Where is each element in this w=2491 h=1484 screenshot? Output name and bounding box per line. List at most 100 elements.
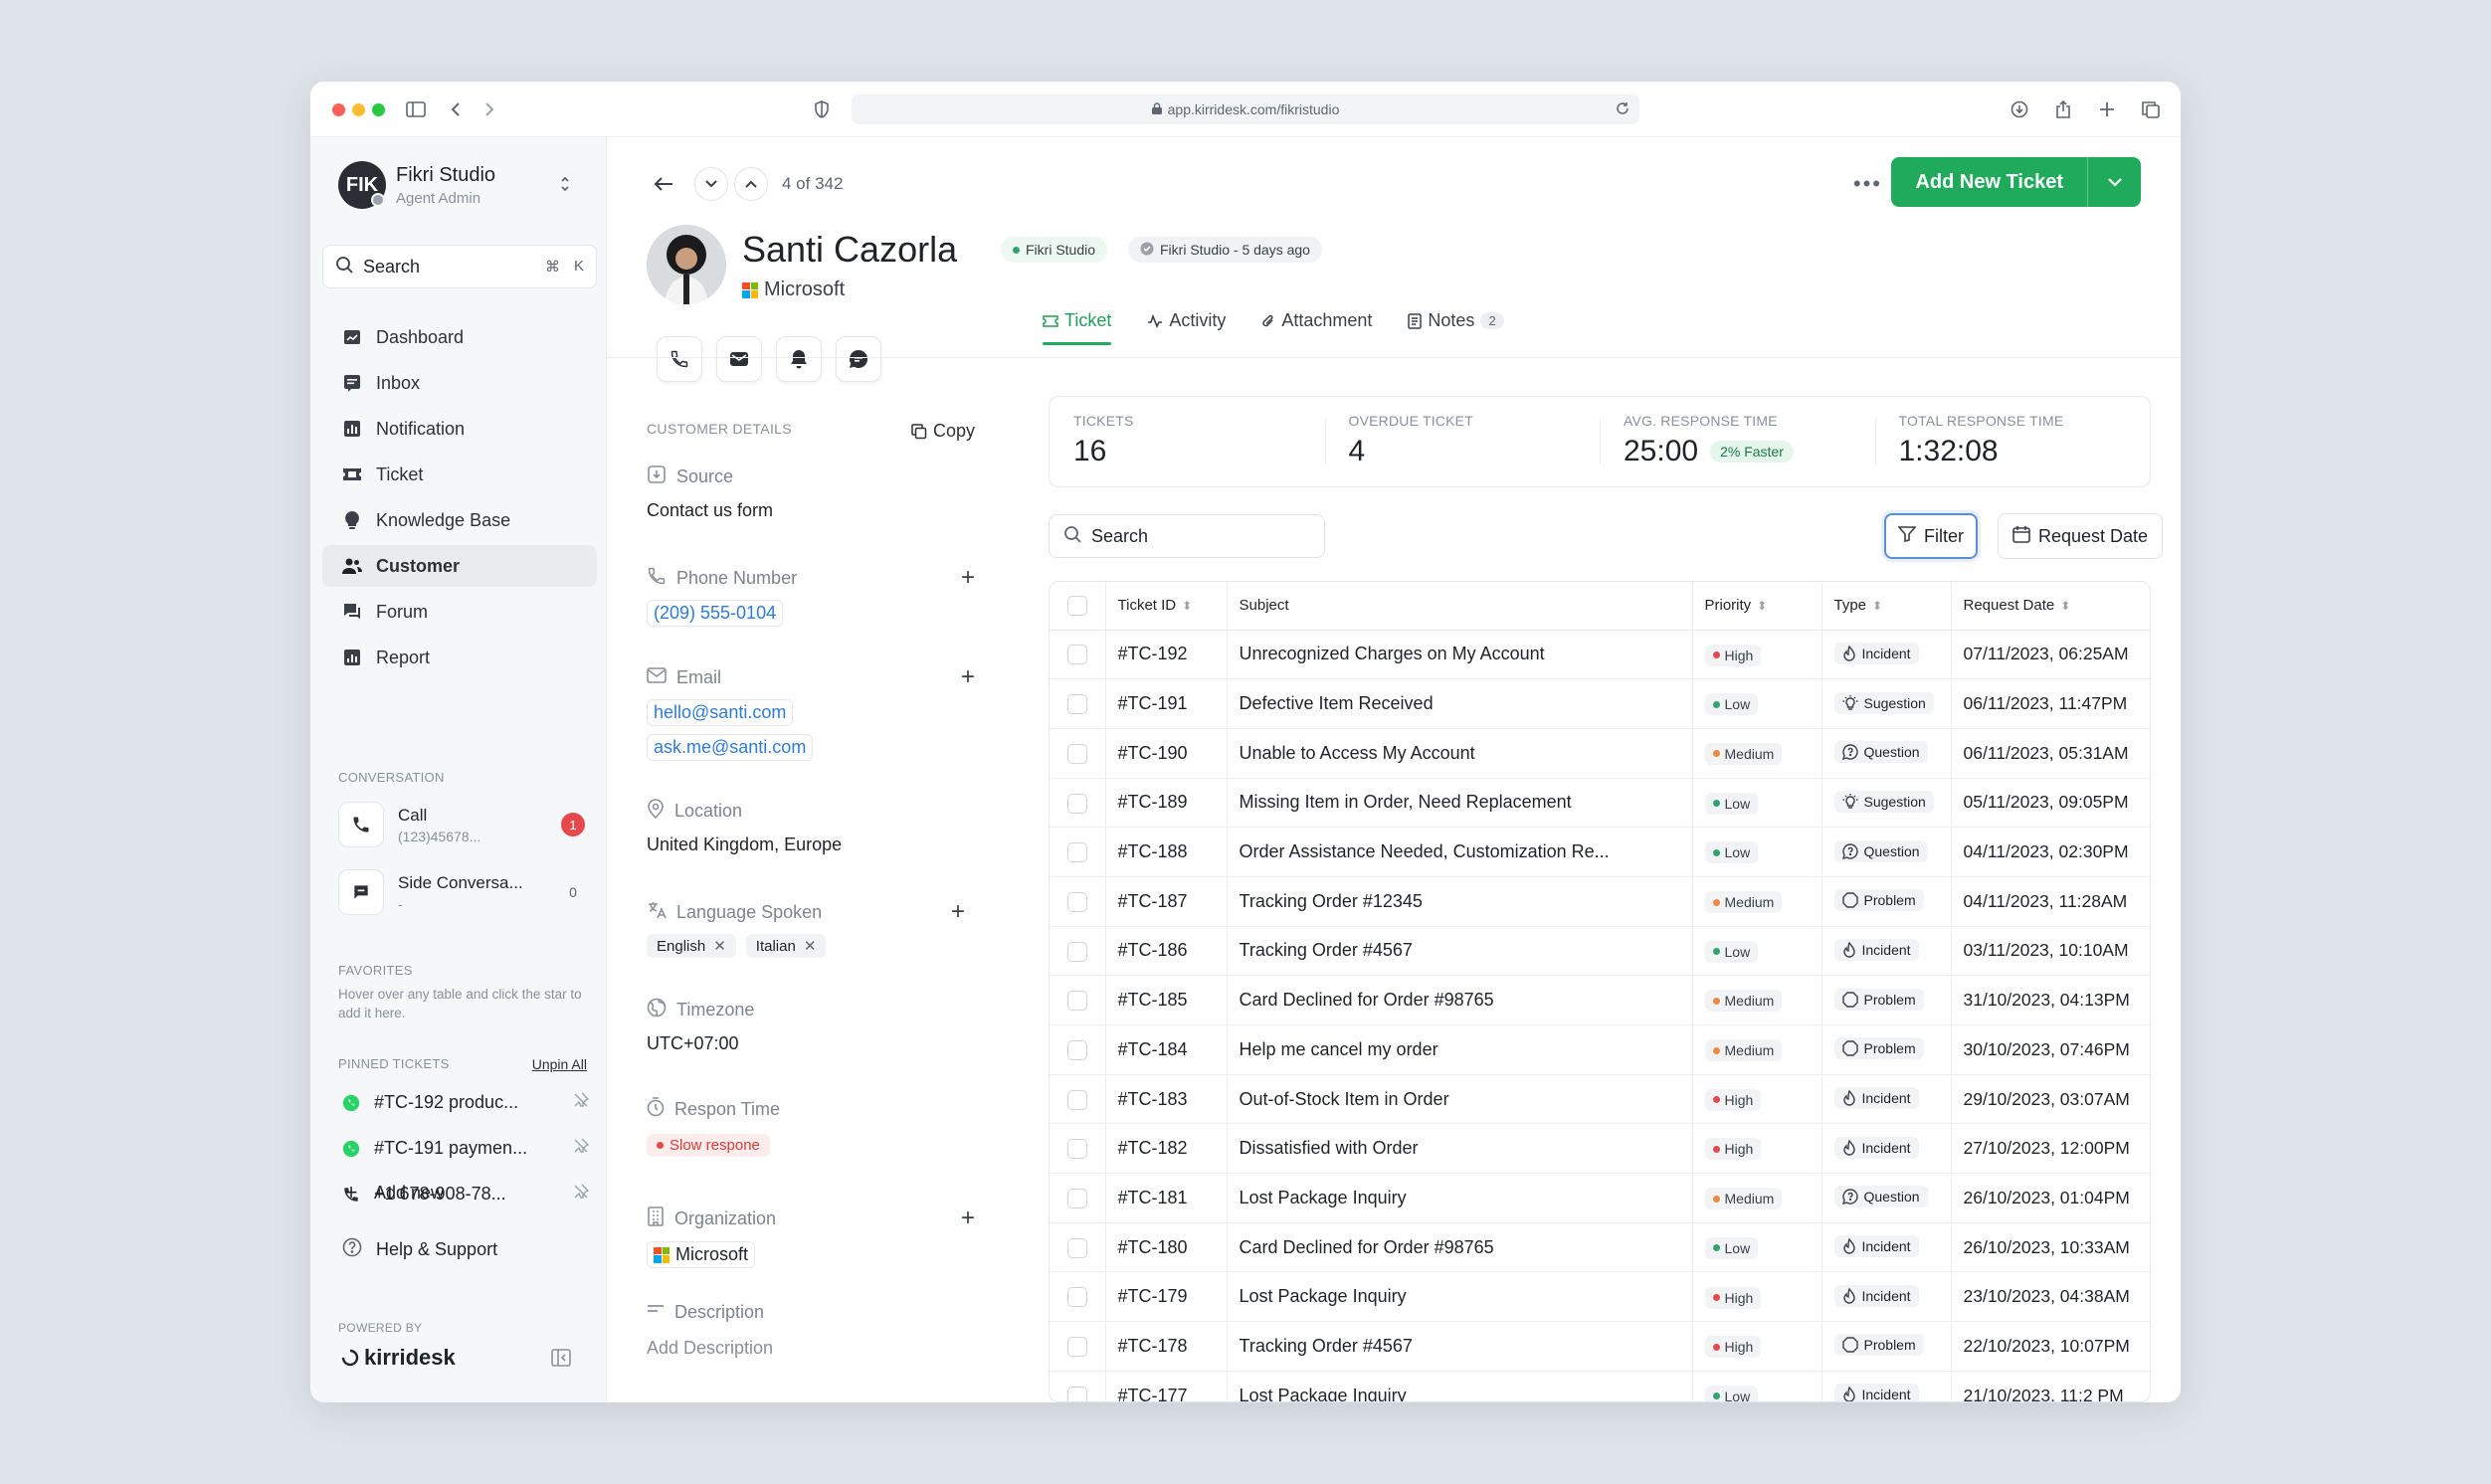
tab-notes[interactable]: Notes 2 bbox=[1408, 310, 1504, 343]
subject-cell[interactable]: Help me cancel my order bbox=[1226, 1024, 1692, 1075]
conversation-item-side[interactable]: Side Conversa... - 0 bbox=[338, 869, 585, 915]
description-input[interactable]: Add Description bbox=[647, 1338, 773, 1359]
row-checkbox[interactable] bbox=[1066, 1089, 1087, 1110]
sort-icon[interactable]: ⬍ bbox=[1182, 599, 1192, 613]
table-row[interactable]: #TC-190 Unable to Access My Account Medi… bbox=[1050, 728, 2150, 779]
table-row[interactable]: #TC-185 Card Declined for Order #98765 M… bbox=[1050, 975, 2150, 1025]
row-checkbox[interactable] bbox=[1066, 1337, 1087, 1358]
ticket-id-cell[interactable]: #TC-184 bbox=[1104, 1024, 1227, 1075]
row-checkbox[interactable] bbox=[1066, 1287, 1087, 1308]
ticket-id-cell[interactable]: #TC-180 bbox=[1104, 1222, 1227, 1273]
subject-cell[interactable]: Card Declined for Order #98765 bbox=[1226, 975, 1692, 1025]
ticket-id-cell[interactable]: #TC-183 bbox=[1104, 1074, 1227, 1125]
unpin-icon[interactable] bbox=[573, 1092, 590, 1113]
table-row[interactable]: #TC-182 Dissatisfied with Order High Inc… bbox=[1050, 1123, 2150, 1175]
column-header-ticket-id[interactable]: Ticket ID ⬍ bbox=[1104, 582, 1227, 631]
filter-button[interactable]: Filter bbox=[1884, 513, 1978, 559]
unpin-icon[interactable] bbox=[573, 1138, 590, 1159]
table-row[interactable]: #TC-187 Tracking Order #12345 Medium Pro… bbox=[1050, 876, 2150, 927]
row-checkbox[interactable] bbox=[1066, 1039, 1087, 1060]
sidebar-search[interactable]: Search ⌘ K bbox=[322, 245, 597, 288]
table-row[interactable]: #TC-189 Missing Item in Order, Need Repl… bbox=[1050, 778, 2150, 829]
help-support-link[interactable]: Help & Support bbox=[342, 1237, 589, 1262]
maximize-window-icon[interactable] bbox=[372, 103, 385, 116]
sidebar-item-report[interactable]: Report bbox=[322, 637, 597, 678]
email-link[interactable]: ask.me@santi.com bbox=[647, 734, 814, 761]
subject-cell[interactable]: Lost Package Inquiry bbox=[1226, 1271, 1692, 1323]
sidebar-item-ticket[interactable]: Ticket bbox=[322, 454, 597, 495]
copy-button[interactable]: Copy bbox=[911, 421, 975, 442]
add-phone-button[interactable]: + bbox=[961, 564, 975, 592]
row-checkbox[interactable] bbox=[1066, 1386, 1087, 1401]
ticket-id-cell[interactable]: #TC-191 bbox=[1104, 678, 1227, 729]
message-button[interactable] bbox=[836, 336, 881, 382]
pinned-ticket[interactable]: #TC-191 paymen... bbox=[342, 1138, 590, 1159]
add-language-button[interactable]: + bbox=[951, 898, 965, 926]
ticket-id-cell[interactable]: #TC-192 bbox=[1104, 630, 1227, 680]
column-header-priority[interactable]: Priority ⬍ bbox=[1691, 582, 1821, 631]
row-checkbox[interactable] bbox=[1066, 743, 1087, 764]
row-checkbox[interactable] bbox=[1066, 991, 1087, 1012]
row-checkbox[interactable] bbox=[1066, 793, 1087, 814]
conversation-item-call[interactable]: Call (123)45678... 1 bbox=[338, 802, 585, 847]
next-ticket-button[interactable] bbox=[694, 167, 728, 201]
table-row[interactable]: #TC-181 Lost Package Inquiry Medium Ques… bbox=[1050, 1173, 2150, 1223]
select-all-checkbox[interactable] bbox=[1066, 595, 1087, 616]
ticket-id-cell[interactable]: #TC-178 bbox=[1104, 1321, 1227, 1372]
row-checkbox[interactable] bbox=[1066, 891, 1087, 912]
subject-cell[interactable]: Lost Package Inquiry bbox=[1226, 1371, 1692, 1401]
sidebar-item-notification[interactable]: Notification bbox=[322, 408, 597, 450]
request-date-button[interactable]: Request Date bbox=[1998, 513, 2164, 559]
subject-cell[interactable]: Card Declined for Order #98765 bbox=[1226, 1222, 1692, 1273]
ticket-id-cell[interactable]: #TC-189 bbox=[1104, 778, 1227, 829]
address-bar[interactable]: app.kirridesk.com/fikristudio bbox=[852, 94, 1639, 124]
share-icon[interactable] bbox=[2049, 95, 2077, 123]
new-tab-icon[interactable] bbox=[2093, 95, 2121, 123]
ticket-id-cell[interactable]: #TC-177 bbox=[1104, 1371, 1227, 1401]
table-row[interactable]: #TC-186 Tracking Order #4567 Low Inciden… bbox=[1050, 926, 2150, 977]
table-row[interactable]: #TC-180 Card Declined for Order #98765 L… bbox=[1050, 1222, 2150, 1273]
arrow-left-icon[interactable] bbox=[647, 167, 680, 201]
table-row[interactable]: #TC-192 Unrecognized Charges on My Accou… bbox=[1050, 630, 2150, 680]
subject-cell[interactable]: Unable to Access My Account bbox=[1226, 728, 1692, 779]
sidebar-toggle-icon[interactable] bbox=[402, 95, 430, 123]
pinned-ticket[interactable]: #TC-192 produc... bbox=[342, 1092, 590, 1113]
column-header-request-date[interactable]: Request Date ⬍ bbox=[1950, 582, 2150, 631]
organization-name[interactable]: Microsoft bbox=[675, 1244, 748, 1265]
tab-activity[interactable]: Activity bbox=[1147, 310, 1226, 343]
remove-tag-icon[interactable]: ✕ bbox=[804, 937, 817, 955]
add-ticket-dropdown-button[interactable] bbox=[2087, 157, 2141, 207]
subject-cell[interactable]: Unrecognized Charges on My Account bbox=[1226, 630, 1692, 680]
table-row[interactable]: #TC-183 Out-of-Stock Item in Order High … bbox=[1050, 1074, 2150, 1125]
add-new-ticket-button[interactable]: Add New Ticket bbox=[1891, 157, 2087, 207]
subject-cell[interactable]: Tracking Order #4567 bbox=[1226, 926, 1692, 977]
ticket-id-cell[interactable]: #TC-186 bbox=[1104, 926, 1227, 977]
add-new-pin[interactable]: + Add new bbox=[342, 1180, 589, 1206]
row-checkbox[interactable] bbox=[1066, 842, 1087, 863]
subject-cell[interactable]: Lost Package Inquiry bbox=[1226, 1173, 1692, 1223]
row-checkbox[interactable] bbox=[1066, 694, 1087, 715]
row-checkbox[interactable] bbox=[1066, 941, 1087, 962]
ticket-id-cell[interactable]: #TC-190 bbox=[1104, 728, 1227, 779]
back-icon[interactable] bbox=[442, 95, 470, 123]
subject-cell[interactable]: Tracking Order #12345 bbox=[1226, 876, 1692, 927]
ticket-id-cell[interactable]: #TC-188 bbox=[1104, 827, 1227, 877]
table-row[interactable]: #TC-191 Defective Item Received Low Suge… bbox=[1050, 678, 2150, 729]
sort-icon[interactable]: ⬍ bbox=[2060, 599, 2070, 613]
sort-icon[interactable]: ⬍ bbox=[1872, 599, 1882, 613]
row-checkbox[interactable] bbox=[1066, 1189, 1087, 1209]
download-icon[interactable] bbox=[2006, 95, 2033, 123]
subject-cell[interactable]: Order Assistance Needed, Customization R… bbox=[1226, 827, 1692, 877]
subject-cell[interactable]: Missing Item in Order, Need Replacement bbox=[1226, 778, 1692, 829]
previous-ticket-button[interactable] bbox=[734, 167, 768, 201]
email-link[interactable]: hello@santi.com bbox=[647, 699, 794, 726]
row-checkbox[interactable] bbox=[1066, 1237, 1087, 1258]
remove-tag-icon[interactable]: ✕ bbox=[713, 937, 726, 955]
ticket-id-cell[interactable]: #TC-181 bbox=[1104, 1173, 1227, 1223]
reload-icon[interactable] bbox=[1616, 101, 1629, 118]
call-button[interactable] bbox=[657, 336, 702, 382]
more-options-icon[interactable]: ••• bbox=[1853, 171, 1882, 197]
tabs-overview-icon[interactable] bbox=[2137, 95, 2165, 123]
ticket-id-cell[interactable]: #TC-182 bbox=[1104, 1123, 1227, 1175]
column-header-type[interactable]: Type ⬍ bbox=[1820, 582, 1951, 631]
